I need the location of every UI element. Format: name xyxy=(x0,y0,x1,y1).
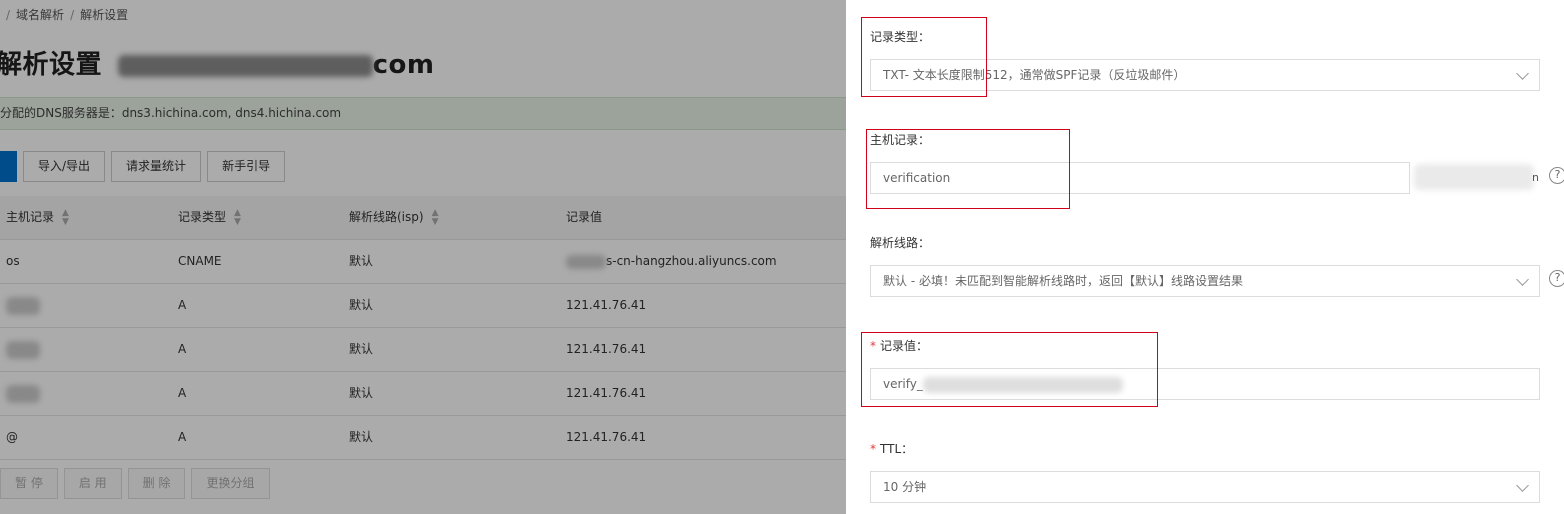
redacted-record-value xyxy=(922,376,1123,393)
record-value-text: verify_ xyxy=(883,377,923,391)
host-record-input[interactable]: verification xyxy=(870,162,1410,194)
ttl-label: * TTL： xyxy=(870,442,914,456)
host-suffix: n xyxy=(1532,171,1539,184)
line-value: 默认 - 必填！未匹配到智能解析线路时，返回【默认】线路设置结果 xyxy=(883,274,1243,288)
record-type-label: 记录类型： xyxy=(870,30,931,44)
ttl-select[interactable]: 10 分钟 xyxy=(870,471,1540,503)
line-label: 解析线路： xyxy=(870,236,931,250)
help-icon[interactable]: ? xyxy=(1549,270,1564,287)
chevron-down-icon xyxy=(1516,67,1529,80)
redacted-domain-suffix xyxy=(1414,164,1534,190)
modal-overlay[interactable] xyxy=(0,0,846,514)
chevron-down-icon xyxy=(1516,479,1529,492)
chevron-down-icon xyxy=(1516,273,1529,286)
required-mark: * xyxy=(870,339,876,353)
add-record-panel: 记录类型： TXT- 文本长度限制512，通常做SPF记录（反垃圾邮件） 主机记… xyxy=(846,0,1564,514)
ttl-value: 10 分钟 xyxy=(883,480,927,494)
host-record-label: 主机记录： xyxy=(870,133,931,147)
line-select[interactable]: 默认 - 必填！未匹配到智能解析线路时，返回【默认】线路设置结果 xyxy=(870,265,1540,297)
required-mark: * xyxy=(870,442,876,456)
record-value-input[interactable]: verify_ xyxy=(870,368,1540,400)
record-type-value: TXT- 文本长度限制512，通常做SPF记录（反垃圾邮件） xyxy=(883,68,1186,82)
record-type-select[interactable]: TXT- 文本长度限制512，通常做SPF记录（反垃圾邮件） xyxy=(870,59,1540,91)
help-icon[interactable]: ? xyxy=(1549,167,1564,184)
record-value-label: * 记录值： xyxy=(870,339,929,353)
